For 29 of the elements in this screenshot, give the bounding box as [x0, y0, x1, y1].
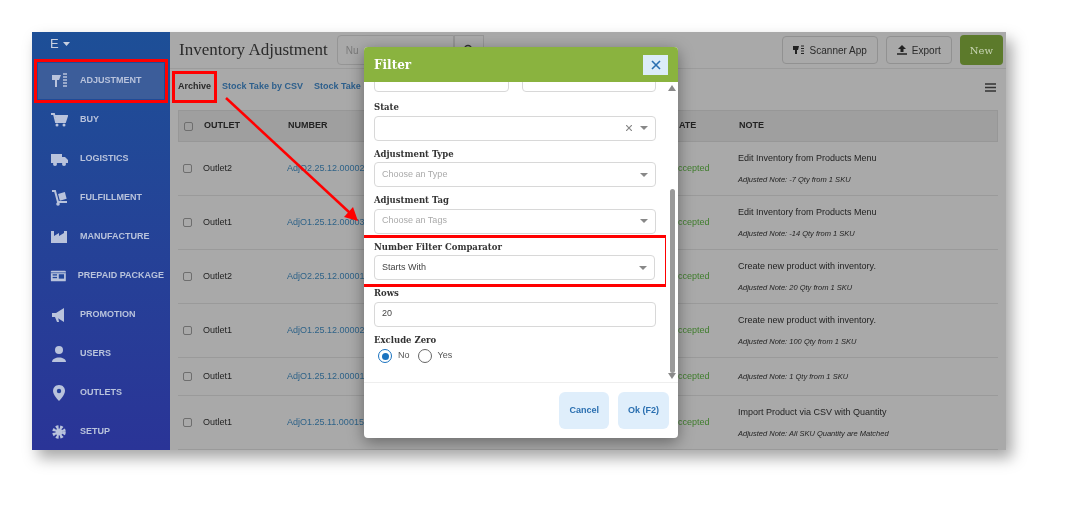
field-label: Rows: [374, 289, 399, 298]
status-text: ccepted: [678, 370, 710, 381]
table-cell: Outlet1: [203, 416, 233, 427]
page-title: Inventory Adjustment: [179, 39, 328, 62]
column-header: NUMBER: [288, 120, 328, 131]
column-header: ATE: [679, 120, 697, 131]
field-label: Adjustment Tag: [374, 196, 449, 205]
table-cell: Outlet1: [203, 370, 233, 381]
note-text: Create new product with inventory.: [738, 314, 877, 328]
note-text: Edit Inventory from Products Menu: [738, 206, 878, 220]
field-label: Number Filter Comparator: [374, 242, 502, 251]
note-text: Import Product via CSV with Quantity: [738, 406, 888, 420]
table-cell: Outlet2: [203, 270, 233, 281]
column-header: NOTE: [739, 120, 764, 131]
table-cell: Outlet2: [203, 162, 233, 173]
note-text: Edit Inventory from Products Menu: [738, 152, 878, 166]
field-label: State: [374, 103, 399, 112]
status-text: ccepted: [678, 216, 710, 227]
note-text: Create new product with inventory.: [738, 260, 877, 274]
status-text: ccepted: [678, 162, 710, 173]
table-cell: Outlet1: [203, 216, 233, 227]
field-label: Adjustment Type: [374, 149, 454, 158]
dialog-title: Filter: [374, 56, 412, 74]
status-text: ccepted: [678, 324, 710, 335]
status-text: ccepted: [678, 416, 710, 427]
column-header: OUTLET: [204, 120, 240, 131]
field-label: Exclude Zero: [374, 335, 437, 344]
status-text: ccepted: [678, 270, 710, 281]
table-cell: Outlet1: [203, 324, 233, 335]
